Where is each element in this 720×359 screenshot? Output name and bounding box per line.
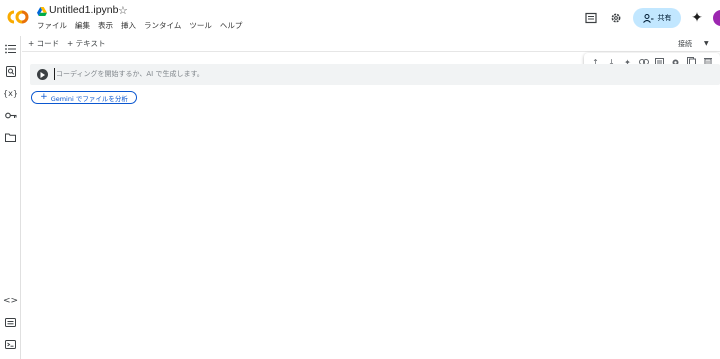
gemini-analyze-button[interactable]: + Gemini でファイルを分析 xyxy=(31,91,137,104)
variables-icon[interactable]: {x} xyxy=(3,87,18,100)
gemini-sparkle-icon[interactable]: ✦ xyxy=(689,10,705,26)
avatar[interactable] xyxy=(713,10,720,26)
find-replace-icon[interactable] xyxy=(4,65,17,78)
colab-logo[interactable] xyxy=(6,9,30,25)
text-cursor xyxy=(54,68,55,80)
connect-dropdown-icon[interactable]: ▼ xyxy=(704,40,709,47)
terminal-icon[interactable] xyxy=(4,338,17,351)
people-icon xyxy=(642,13,653,23)
play-icon xyxy=(40,71,45,78)
notebook-title[interactable]: Untitled1.ipynb xyxy=(49,4,118,16)
share-button[interactable]: 共有 xyxy=(633,8,681,28)
comments-icon[interactable] xyxy=(583,10,599,26)
gemini-plus-icon: + xyxy=(40,92,48,102)
code-input-placeholder[interactable]: コーディングを開始するか、AI で生成します。 xyxy=(56,69,204,79)
notebook-toolbar: + コード + テキスト xyxy=(22,36,720,52)
menu-edit[interactable]: 編集 xyxy=(75,20,90,31)
header: Untitled1.ipynb ☆ ファイル 編集 表示 挿入 ランタイム ツー… xyxy=(0,0,720,36)
run-cell-button[interactable] xyxy=(37,69,48,80)
left-sidebar: {x} <> xyxy=(0,36,21,359)
settings-icon[interactable] xyxy=(608,10,624,26)
share-label: 共有 xyxy=(657,14,672,22)
add-text-button[interactable]: + テキスト xyxy=(67,38,105,49)
menu-file[interactable]: ファイル xyxy=(37,20,67,31)
table-of-contents-icon[interactable] xyxy=(4,42,17,55)
menu-bar: ファイル 編集 表示 挿入 ランタイム ツール ヘルプ xyxy=(37,20,242,31)
command-palette-icon[interactable] xyxy=(4,316,17,329)
code-cell[interactable]: コーディングを開始するか、AI で生成します。 xyxy=(30,64,720,85)
menu-help[interactable]: ヘルプ xyxy=(220,20,243,31)
menu-tools[interactable]: ツール xyxy=(189,20,212,31)
files-folder-icon[interactable] xyxy=(4,131,17,144)
drive-icon[interactable] xyxy=(37,7,47,16)
code-snippets-icon[interactable]: <> xyxy=(3,294,18,307)
connect-button[interactable]: 接続 xyxy=(678,39,692,49)
menu-view[interactable]: 表示 xyxy=(98,20,113,31)
secrets-key-icon[interactable] xyxy=(4,109,17,122)
add-code-button[interactable]: + コード xyxy=(28,38,59,49)
star-icon[interactable]: ☆ xyxy=(118,4,128,18)
menu-insert[interactable]: 挿入 xyxy=(121,20,136,31)
gemini-analyze-label: Gemini でファイルを分析 xyxy=(50,94,128,103)
menu-runtime[interactable]: ランタイム xyxy=(144,20,181,31)
